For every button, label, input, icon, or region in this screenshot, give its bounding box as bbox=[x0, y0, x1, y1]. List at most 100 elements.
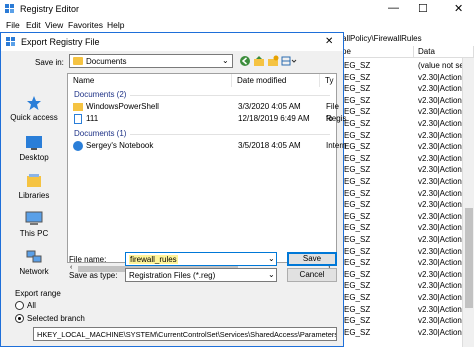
export-dialog: Export Registry File ✕ Save in: Document… bbox=[0, 32, 346, 347]
close-window-button[interactable]: ✕ bbox=[454, 2, 463, 15]
value-type: EG_SZ bbox=[344, 72, 371, 82]
menu-help[interactable]: Help bbox=[107, 20, 124, 30]
table-row[interactable]: EG_SZ v2.30|Action=... bbox=[338, 199, 474, 210]
registry-vertical-scrollbar[interactable] bbox=[462, 58, 474, 347]
value-type: EG_SZ bbox=[344, 304, 371, 314]
selected-branch-radio[interactable] bbox=[15, 314, 24, 323]
file-type: Intern bbox=[326, 141, 347, 150]
up-folder-icon[interactable] bbox=[253, 55, 265, 67]
table-row[interactable]: EG_SZ v2.30|Action=... bbox=[338, 280, 474, 291]
nav-label: This PC bbox=[19, 229, 49, 238]
save-as-type-dropdown[interactable]: Registration Files (*.reg) ⌄ bbox=[125, 268, 277, 282]
value-type: EG_SZ bbox=[344, 269, 371, 279]
selected-branch-label: Selected branch bbox=[27, 314, 85, 323]
registry-app-icon bbox=[6, 37, 16, 47]
group-header[interactable]: Documents (2) bbox=[74, 90, 126, 99]
table-row[interactable]: EG_SZ v2.30|Action=... bbox=[338, 257, 474, 268]
list-item[interactable]: Sergey's Notebook 3/5/2018 4:05 AM Inter… bbox=[68, 140, 346, 152]
file-date: 3/3/2020 4:05 AM bbox=[238, 102, 301, 111]
table-row[interactable]: EG_SZ v2.30|Action=... bbox=[338, 304, 474, 315]
network-icon bbox=[25, 249, 43, 265]
nav-this-pc[interactable]: This PC bbox=[7, 207, 61, 245]
table-row[interactable]: EG_SZ v2.30|Action=... bbox=[338, 95, 474, 106]
file-date: 3/5/2018 4:05 AM bbox=[238, 141, 301, 150]
computer-icon bbox=[25, 211, 43, 227]
value-type: EG_SZ bbox=[344, 223, 371, 233]
close-dialog-button[interactable]: ✕ bbox=[325, 36, 333, 47]
column-header-name[interactable]: Name bbox=[68, 74, 232, 87]
value-type: EG_SZ bbox=[344, 281, 371, 291]
save-button[interactable]: Save bbox=[287, 252, 337, 266]
chevron-down-icon: ⌄ bbox=[268, 254, 275, 263]
value-type: EG_SZ bbox=[344, 177, 371, 186]
all-radio[interactable] bbox=[15, 301, 24, 310]
nav-desktop[interactable]: Desktop bbox=[7, 131, 61, 169]
table-row[interactable]: EG_SZ v2.30|Action=... bbox=[338, 130, 474, 141]
table-row[interactable]: EG_SZ v2.30|Action=... bbox=[338, 269, 474, 280]
menu-edit[interactable]: Edit bbox=[26, 20, 41, 30]
menu-file[interactable]: File bbox=[6, 20, 20, 30]
table-row[interactable]: EG_SZ v2.30|Action=... bbox=[338, 234, 474, 245]
column-header-data[interactable]: Data bbox=[414, 46, 474, 58]
scroll-left-icon[interactable]: ‹ bbox=[70, 264, 72, 271]
column-header-date-modified[interactable]: Date modified bbox=[232, 74, 320, 87]
chevron-down-icon: ⌄ bbox=[268, 270, 275, 279]
table-row[interactable]: EG_SZ v2.30|Action=... bbox=[338, 164, 474, 175]
minimize-button[interactable]: — bbox=[388, 2, 399, 14]
value-type: EG_SZ bbox=[344, 293, 371, 302]
new-folder-icon[interactable] bbox=[267, 55, 279, 67]
scroll-thumb[interactable] bbox=[465, 208, 473, 308]
desktop-icon bbox=[25, 135, 43, 151]
menu-favorites[interactable]: Favorites bbox=[68, 20, 103, 30]
registry-values-list: pe Data EG_SZ (value not set) EG_SZ v2.30|A… bbox=[338, 46, 474, 347]
table-row[interactable]: EG_SZ v2.30|Action=... bbox=[338, 292, 474, 303]
value-type: EG_SZ bbox=[344, 235, 371, 244]
value-type: EG_SZ bbox=[344, 119, 371, 128]
registry-path-bar[interactable]: allPolicy\FirewallRules bbox=[338, 32, 474, 47]
group-header[interactable]: Documents (1) bbox=[74, 129, 126, 138]
back-icon[interactable] bbox=[239, 55, 251, 67]
table-row[interactable]: EG_SZ v2.30|Action=... bbox=[338, 118, 474, 129]
value-type: EG_SZ bbox=[344, 200, 371, 210]
table-row[interactable]: EG_SZ v2.30|Action=... bbox=[338, 106, 474, 117]
table-row[interactable]: EG_SZ v2.30|Action=... bbox=[338, 188, 474, 199]
value-type: EG_SZ bbox=[344, 327, 371, 337]
table-row[interactable]: EG_SZ v2.30|Action=... bbox=[338, 83, 474, 94]
group-divider bbox=[130, 134, 330, 135]
table-row[interactable]: EG_SZ v2.30|Action=... bbox=[338, 327, 474, 338]
list-item[interactable]: WindowsPowerShell 3/3/2020 4:05 AM File … bbox=[68, 101, 339, 123]
file-name-input[interactable]: firewall_rules ⌄ bbox=[125, 252, 277, 266]
table-row[interactable]: EG_SZ v2.30|Action=... bbox=[338, 211, 474, 222]
branch-path-input[interactable]: HKEY_LOCAL_MACHINE\SYSTEM\CurrentControl… bbox=[33, 327, 337, 341]
table-row[interactable]: EG_SZ (value not set) bbox=[338, 60, 474, 71]
save-in-dropdown[interactable]: Documents ⌄ bbox=[69, 54, 233, 68]
value-type: EG_SZ bbox=[344, 165, 371, 175]
value-type: EG_SZ bbox=[344, 61, 371, 70]
maximize-button[interactable]: ☐ bbox=[418, 2, 428, 15]
table-row[interactable]: EG_SZ v2.30|Action=... bbox=[338, 315, 474, 326]
table-row[interactable]: EG_SZ v2.30|Action=... bbox=[338, 153, 474, 164]
menu-view[interactable]: View bbox=[45, 20, 63, 30]
dialog-title: Export Registry File bbox=[21, 37, 100, 47]
column-header-type[interactable]: Ty bbox=[320, 74, 336, 87]
save-in-value: Documents bbox=[86, 57, 127, 66]
nav-label: Network bbox=[19, 267, 49, 276]
table-row[interactable]: EG_SZ v2.30|Action=... bbox=[338, 176, 474, 187]
file-list[interactable]: Name Date modified Ty Documents (2) Wind… bbox=[67, 73, 346, 263]
table-row[interactable]: EG_SZ v2.30|Action=... bbox=[338, 141, 474, 152]
value-type: EG_SZ bbox=[344, 188, 371, 198]
reg-file-icon bbox=[74, 114, 82, 124]
window-title: Registry Editor bbox=[20, 4, 80, 14]
column-header-type[interactable]: pe bbox=[338, 46, 414, 58]
nav-network[interactable]: Network bbox=[7, 245, 61, 283]
nav-quick-access[interactable]: Quick access bbox=[7, 91, 61, 129]
table-row[interactable]: EG_SZ v2.30|Action=... bbox=[338, 72, 474, 83]
cancel-button[interactable]: Cancel bbox=[287, 268, 337, 282]
view-menu-icon[interactable] bbox=[281, 55, 297, 67]
table-row[interactable]: EG_SZ v2.30|Action=... bbox=[338, 246, 474, 257]
star-icon bbox=[26, 95, 42, 111]
list-item[interactable]: 111 12/18/2019 6:49 AM Regis bbox=[68, 113, 346, 125]
table-row[interactable]: EG_SZ v2.30|Action=... bbox=[338, 222, 474, 233]
chevron-down-icon: ⌄ bbox=[222, 56, 229, 65]
nav-libraries[interactable]: Libraries bbox=[7, 169, 61, 207]
